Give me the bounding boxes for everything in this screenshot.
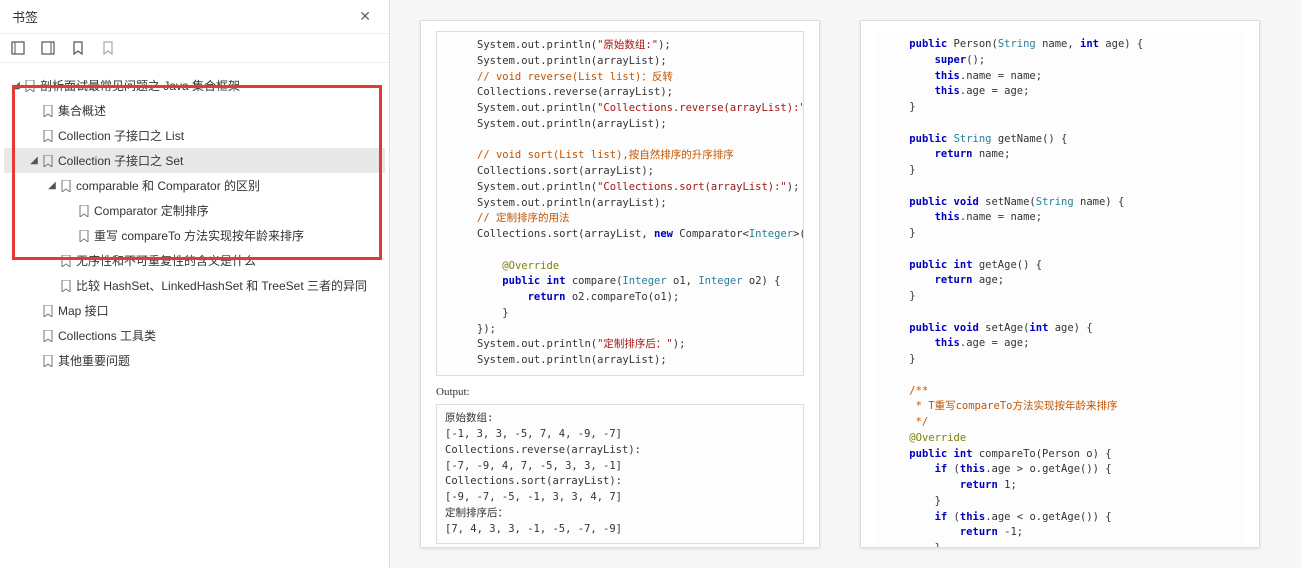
- bookmark-item-icon: [24, 79, 36, 93]
- bookmark-outline-icon[interactable]: [100, 40, 116, 56]
- bookmark-item-icon: [42, 304, 54, 318]
- bookmark-item-icon: [42, 104, 54, 118]
- tree-label: 无序性和不可重复性的含义是什么: [76, 252, 256, 269]
- tree-label: 重写 compareTo 方法实现按年龄来排序: [94, 227, 304, 244]
- tree-label: Comparator 定制排序: [94, 202, 209, 219]
- bookmark-item-icon: [42, 129, 54, 143]
- bookmark-item-icon: [42, 329, 54, 343]
- tree-node[interactable]: ◢Collection 子接口之 Set: [4, 148, 385, 173]
- tree-label: Map 接口: [58, 302, 109, 319]
- toolbar-icon-1[interactable]: [10, 40, 26, 56]
- bookmark-item-icon: [60, 179, 72, 193]
- bookmarks-sidebar: 书签 ✕ ◢剖析面试最常见问题之 Java 集合框架集合概述 Collection…: [0, 0, 390, 568]
- bookmark-item-icon: [42, 354, 54, 368]
- bookmark-item-icon: [60, 254, 72, 268]
- tree-label: Collection 子接口之 Set: [58, 152, 183, 169]
- bookmark-icon[interactable]: [70, 40, 86, 56]
- close-icon[interactable]: ✕: [353, 6, 377, 27]
- tree-node[interactable]: 其他重要问题: [4, 348, 385, 373]
- bookmark-item-icon: [78, 229, 90, 243]
- document-viewer: System.out.println("原始数组:"); System.out.…: [390, 0, 1301, 568]
- tree-node[interactable]: ◢comparable 和 Comparator 的区别: [4, 173, 385, 198]
- toolbar-icon-2[interactable]: [40, 40, 56, 56]
- tree-label: 其他重要问题: [58, 352, 130, 369]
- output-block: 原始数组: [-1, 3, 3, -5, 7, 4, -9, -7] Colle…: [436, 404, 804, 544]
- sidebar-header: 书签 ✕: [0, 0, 389, 34]
- tree-node[interactable]: Map 接口: [4, 298, 385, 323]
- tree-label: 比较 HashSet、LinkedHashSet 和 TreeSet 三者的异同: [76, 277, 367, 294]
- tree-node[interactable]: Comparator 定制排序: [4, 198, 385, 223]
- bookmark-item-icon: [60, 279, 72, 293]
- document-page-2[interactable]: public Person(String name, int age) { su…: [860, 20, 1260, 548]
- tree-node[interactable]: 集合概述: [4, 98, 385, 123]
- bookmark-item-icon: [78, 204, 90, 218]
- code-block-person-class: public Person(String name, int age) { su…: [876, 31, 1244, 548]
- tree-label: 集合概述: [58, 102, 106, 119]
- tree-label: comparable 和 Comparator 的区别: [76, 177, 260, 194]
- tree-node[interactable]: 比较 HashSet、LinkedHashSet 和 TreeSet 三者的异同: [4, 273, 385, 298]
- tree-label: Collections 工具类: [58, 327, 156, 344]
- sidebar-toolbar: [0, 34, 389, 63]
- code-block-main: System.out.println("原始数组:"); System.out.…: [436, 31, 804, 376]
- tree-label: Collection 子接口之 List: [58, 127, 184, 144]
- tree-node-root[interactable]: ◢剖析面试最常见问题之 Java 集合框架: [4, 73, 385, 98]
- tree-label: 剖析面试最常见问题之 Java 集合框架: [40, 77, 240, 94]
- tree-node[interactable]: Collection 子接口之 List: [4, 123, 385, 148]
- tree-node[interactable]: 重写 compareTo 方法实现按年龄来排序: [4, 223, 385, 248]
- document-page-1[interactable]: System.out.println("原始数组:"); System.out.…: [420, 20, 820, 548]
- tree-node[interactable]: Collections 工具类: [4, 323, 385, 348]
- bookmark-item-icon: [42, 154, 54, 168]
- bookmark-tree: ◢剖析面试最常见问题之 Java 集合框架集合概述 Collection 子接口之…: [0, 63, 389, 383]
- tree-node[interactable]: 无序性和不可重复性的含义是什么: [4, 248, 385, 273]
- output-label: Output:: [436, 384, 804, 401]
- sidebar-title: 书签: [12, 7, 38, 26]
